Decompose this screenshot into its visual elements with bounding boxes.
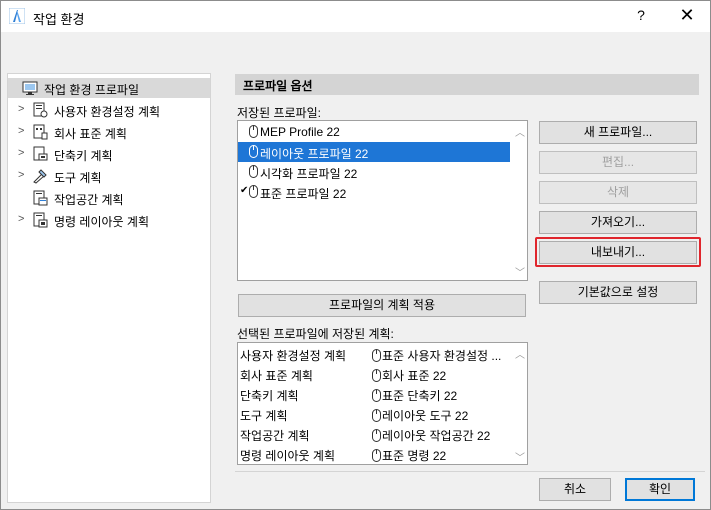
plan-value: 레이아웃 작업공간 22 — [372, 427, 510, 444]
shortcuts-icon — [33, 146, 48, 161]
export-button[interactable]: 내보내기... — [539, 241, 697, 264]
plan-type: 회사 표준 계획 — [240, 369, 313, 383]
profile-name: MEP Profile 22 — [260, 125, 340, 139]
mouse-icon — [249, 125, 258, 138]
plan-value: 표준 사용자 환경설정 ... — [372, 347, 510, 364]
plan-value-text: 회사 표준 22 — [382, 369, 447, 383]
saved-profiles-label: 저장된 프로파일: — [237, 106, 321, 120]
tree-item-user-preferences[interactable]: > 사용자 환경설정 계획 — [8, 100, 210, 120]
plan-value: 회사 표준 22 — [372, 367, 510, 384]
mouse-icon — [372, 429, 381, 442]
chevron-right-icon[interactable]: > — [18, 125, 24, 137]
mouse-icon — [372, 409, 381, 422]
window-title: 작업 환경 — [33, 12, 85, 27]
plan-value: 표준 명령 22 — [372, 447, 510, 464]
tree-item-workspace[interactable]: 작업공간 계획 — [8, 188, 210, 208]
plan-row: 회사 표준 계획 회사 표준 22 — [238, 364, 510, 384]
tree-item-tools[interactable]: > 도구 계획 — [8, 166, 210, 186]
edit-button[interactable]: 편집... — [539, 151, 697, 174]
apply-profile-plans-button[interactable]: 프로파일의 계획 적용 — [238, 294, 526, 317]
profile-row[interactable]: ✔ 표준 프로파일 22 — [238, 182, 510, 202]
mouse-icon — [249, 145, 258, 158]
profile-row-selected[interactable]: 레이아웃 프로파일 22 — [238, 142, 510, 162]
plan-row: 명령 레이아웃 계획 표준 명령 22 — [238, 444, 510, 464]
cancel-button[interactable]: 취소 — [539, 478, 611, 501]
profile-name: 레이아웃 프로파일 22 — [260, 147, 369, 161]
scroll-up-icon[interactable]: ︿ — [514, 124, 526, 139]
profile-row[interactable]: MEP Profile 22 — [238, 122, 510, 142]
default-check-icon: ✔ — [240, 185, 249, 196]
profile-name: 시각화 프로파일 22 — [260, 167, 358, 181]
tools-icon — [33, 169, 47, 184]
plan-row: 도구 계획 레이아웃 도구 22 — [238, 404, 510, 424]
import-button[interactable]: 가져오기... — [539, 211, 697, 234]
user-prefs-icon — [33, 102, 48, 118]
tree-item-label: 회사 표준 계획 — [54, 127, 127, 141]
chevron-right-icon[interactable]: > — [18, 213, 24, 225]
tree-item-label: 도구 계획 — [54, 171, 102, 185]
mouse-icon — [372, 349, 381, 362]
plan-type: 단축키 계획 — [240, 389, 299, 403]
saved-profiles-list[interactable]: MEP Profile 22 레이아웃 프로파일 22 시각화 프로파일 22 … — [237, 120, 528, 281]
mouse-icon — [372, 449, 381, 462]
plan-type: 명령 레이아웃 계획 — [240, 449, 335, 463]
plan-type: 작업공간 계획 — [240, 429, 310, 443]
ok-button[interactable]: 확인 — [625, 478, 695, 501]
scroll-down-icon[interactable]: ﹀ — [514, 264, 526, 279]
mouse-icon — [249, 185, 258, 198]
tree-item-label: 단축키 계획 — [54, 149, 113, 163]
settings-tree: 작업 환경 프로파일 > 사용자 환경설정 계획 > 회사 표준 계획 > 단축… — [7, 73, 211, 503]
plan-value-text: 표준 사용자 환경설정 ... — [382, 349, 502, 363]
chevron-right-icon[interactable]: > — [18, 147, 24, 159]
workspace-icon — [33, 190, 48, 206]
delete-button[interactable]: 삭제 — [539, 181, 697, 204]
tree-item-label: 명령 레이아웃 계획 — [54, 215, 149, 229]
scroll-down-icon[interactable]: ﹀ — [514, 449, 526, 464]
tree-item-command-layout[interactable]: > 명령 레이아웃 계획 — [8, 210, 210, 230]
profile-options-header: 프로파일 옵션 — [235, 74, 699, 95]
profile-row[interactable]: 시각화 프로파일 22 — [238, 162, 510, 182]
app-icon — [9, 8, 25, 24]
monitor-icon — [22, 81, 38, 95]
tree-item-label: 사용자 환경설정 계획 — [54, 105, 161, 119]
plan-value: 표준 단축키 22 — [372, 387, 510, 404]
company-standards-icon — [33, 124, 48, 140]
new-profile-button[interactable]: 새 프로파일... — [539, 121, 697, 144]
chevron-right-icon[interactable]: > — [18, 103, 24, 115]
plan-value: 레이아웃 도구 22 — [372, 407, 510, 424]
scroll-up-icon[interactable]: ︿ — [514, 346, 526, 361]
help-button[interactable]: ? — [631, 7, 651, 23]
stored-plans-label: 선택된 프로파일에 저장된 계획: — [237, 327, 394, 341]
stored-plans-list[interactable]: 사용자 환경설정 계획 표준 사용자 환경설정 ... 회사 표준 계획 회사 … — [237, 342, 528, 465]
tree-item-work-environment-profiles[interactable]: 작업 환경 프로파일 — [8, 78, 210, 98]
footer-divider — [235, 471, 705, 472]
set-default-button[interactable]: 기본값으로 설정 — [539, 281, 697, 304]
close-icon[interactable]: ✕ — [677, 5, 697, 26]
plan-row: 사용자 환경설정 계획 표준 사용자 환경설정 ... — [238, 344, 510, 364]
plan-row: 작업공간 계획 레이아웃 작업공간 22 — [238, 424, 510, 444]
plan-type: 사용자 환경설정 계획 — [240, 349, 347, 363]
mouse-icon — [249, 165, 258, 178]
plan-row: 단축키 계획 표준 단축키 22 — [238, 384, 510, 404]
plan-type: 도구 계획 — [240, 409, 288, 423]
title-bar: 작업 환경 ? ✕ — [1, 1, 710, 32]
mouse-icon — [372, 369, 381, 382]
mouse-icon — [372, 389, 381, 402]
tree-item-label: 작업 환경 프로파일 — [44, 83, 139, 97]
plan-value-text: 레이아웃 작업공간 22 — [382, 429, 491, 443]
plan-value-text: 레이아웃 도구 22 — [382, 409, 469, 423]
work-environment-dialog: 작업 환경 ? ✕ 작업 환경 프로파일 > 사용자 환경설정 계획 > 회사 … — [0, 0, 711, 510]
command-layout-icon — [33, 212, 48, 228]
profile-name: 표준 프로파일 22 — [260, 187, 347, 201]
tree-item-shortcuts[interactable]: > 단축키 계획 — [8, 144, 210, 164]
plan-value-text: 표준 명령 22 — [382, 449, 447, 463]
chevron-right-icon[interactable]: > — [18, 169, 24, 181]
tree-item-label: 작업공간 계획 — [54, 193, 124, 207]
plan-value-text: 표준 단축키 22 — [382, 389, 458, 403]
tree-item-company-standards[interactable]: > 회사 표준 계획 — [8, 122, 210, 142]
